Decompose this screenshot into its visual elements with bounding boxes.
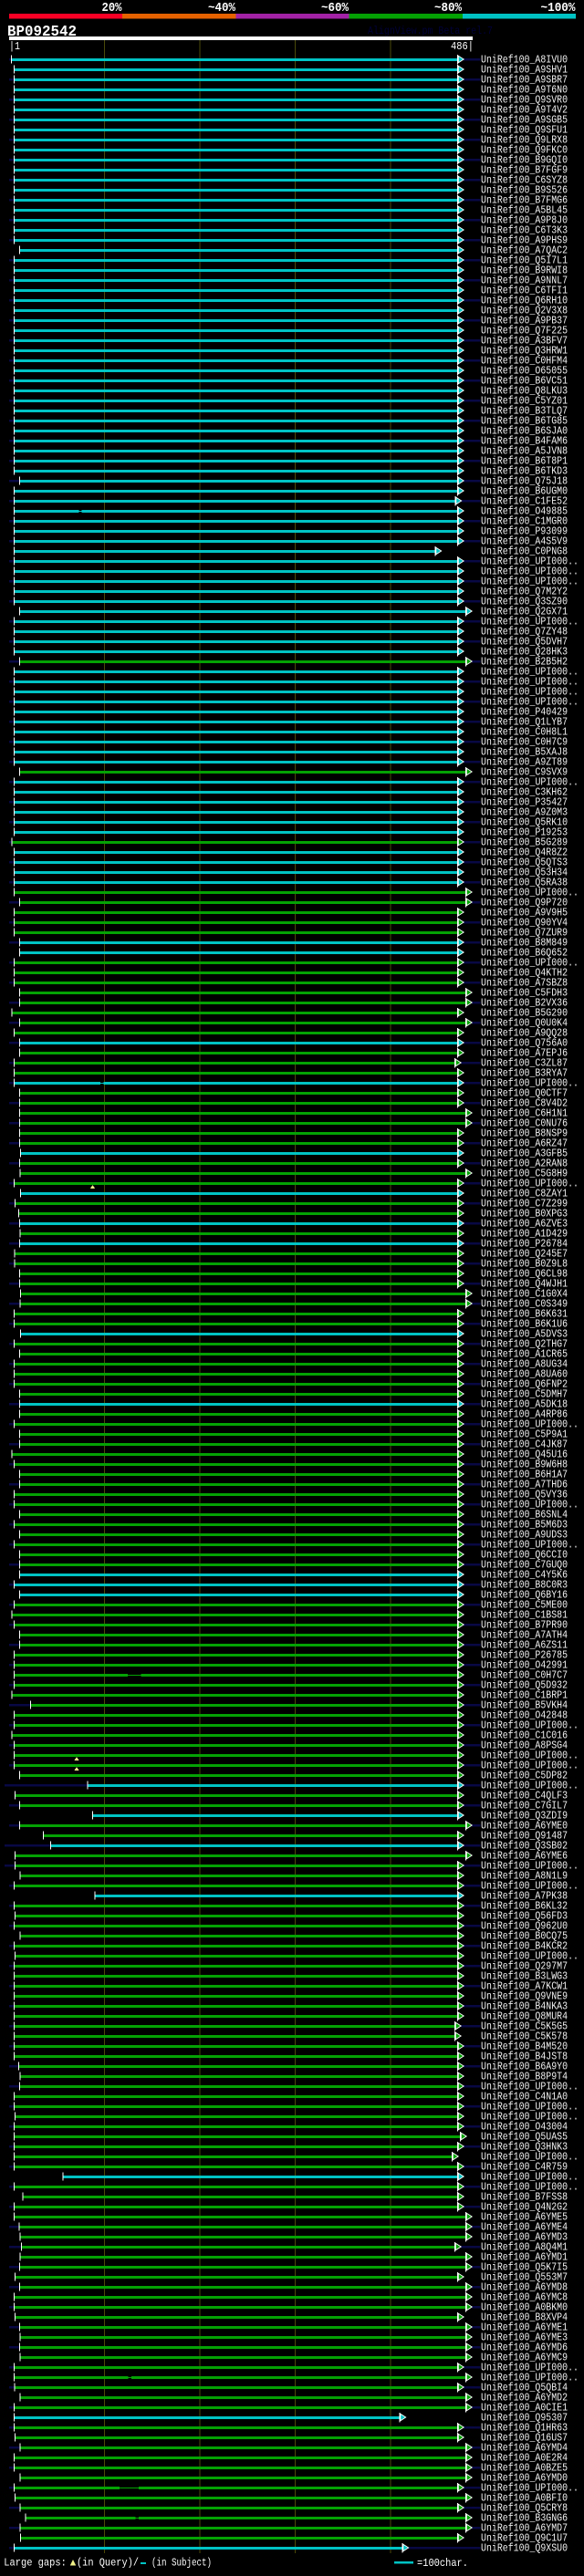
svg-text:(in Subject): (in Subject)	[151, 2557, 212, 2570]
svg-text:UniRef100_Q9XSU0: UniRef100_Q9XSU0	[481, 2542, 568, 2555]
svg-text:=100char.: =100char.	[417, 2557, 468, 2570]
svg-text:~80%: ~80%	[434, 1, 463, 16]
svg-text:Large gaps:: Large gaps:	[4, 2557, 67, 2570]
svg-text:486|: 486|	[451, 40, 474, 53]
svg-text:AlignView.pm Beta rel.7: AlignView.pm Beta rel.7	[368, 25, 493, 37]
svg-text:|1: |1	[9, 40, 20, 53]
svg-text:(in Query)/: (in Query)/	[77, 2557, 139, 2570]
svg-text:~40%: ~40%	[208, 1, 236, 16]
svg-text:20%: 20%	[102, 1, 123, 16]
svg-text:~60%: ~60%	[321, 1, 349, 16]
svg-text:~100%: ~100%	[541, 1, 577, 16]
